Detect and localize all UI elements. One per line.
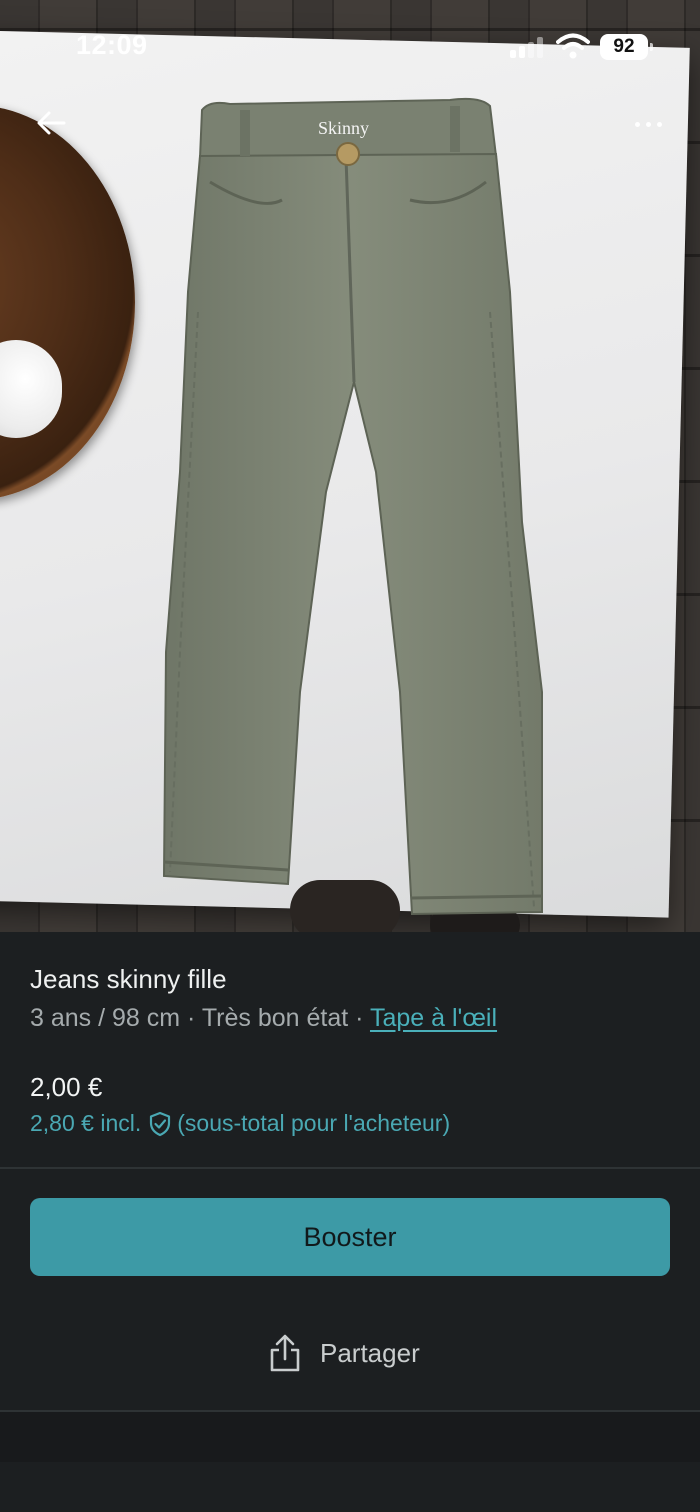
brand-link[interactable]: Tape à l'œil <box>370 1004 497 1032</box>
share-icon <box>270 1334 300 1372</box>
buyer-price-info[interactable]: 2,80 € incl. (sous-total pour l'acheteur… <box>30 1110 450 1137</box>
status-bar: 12:09 92 <box>0 0 700 96</box>
cellular-signal-icon <box>510 36 546 58</box>
jeans-item: Skinny <box>162 97 543 916</box>
listing-meta: 3 ans / 98 cm · Très bon état · Tape à l… <box>30 1004 497 1033</box>
meta-separator: · <box>348 1004 370 1032</box>
listing-details: Jeans skinny fille 3 ans / 98 cm · Très … <box>0 932 700 1512</box>
share-button[interactable]: Partager <box>268 1328 420 1378</box>
share-label: Partager <box>320 1337 420 1368</box>
price-incl-note: (sous-total pour l'acheteur) <box>177 1110 451 1136</box>
label-skinny: Skinny <box>318 118 369 138</box>
more-horizontal-icon <box>634 121 640 127</box>
price-incl-value: 2,80 € incl. <box>30 1110 142 1136</box>
status-time: 12:09 <box>76 30 148 60</box>
product-photo[interactable]: Skinny <box>0 0 700 932</box>
wifi-icon <box>556 33 590 59</box>
divider <box>0 1167 700 1169</box>
battery-indicator: 92 <box>600 34 653 60</box>
booster-button[interactable]: Booster <box>30 1198 670 1276</box>
listing-size: 3 ans / 98 cm <box>30 1004 181 1032</box>
more-options-button[interactable] <box>620 104 676 144</box>
listing-title: Jeans skinny fille <box>30 964 227 994</box>
shield-check-icon <box>150 1111 171 1136</box>
meta-separator: · <box>180 1004 202 1032</box>
bottom-bar <box>0 1412 700 1462</box>
arrow-left-icon <box>37 111 66 135</box>
listing-price: 2,00 € <box>30 1072 103 1102</box>
listing-condition: Très bon état <box>201 1004 349 1032</box>
back-button[interactable] <box>28 100 74 146</box>
